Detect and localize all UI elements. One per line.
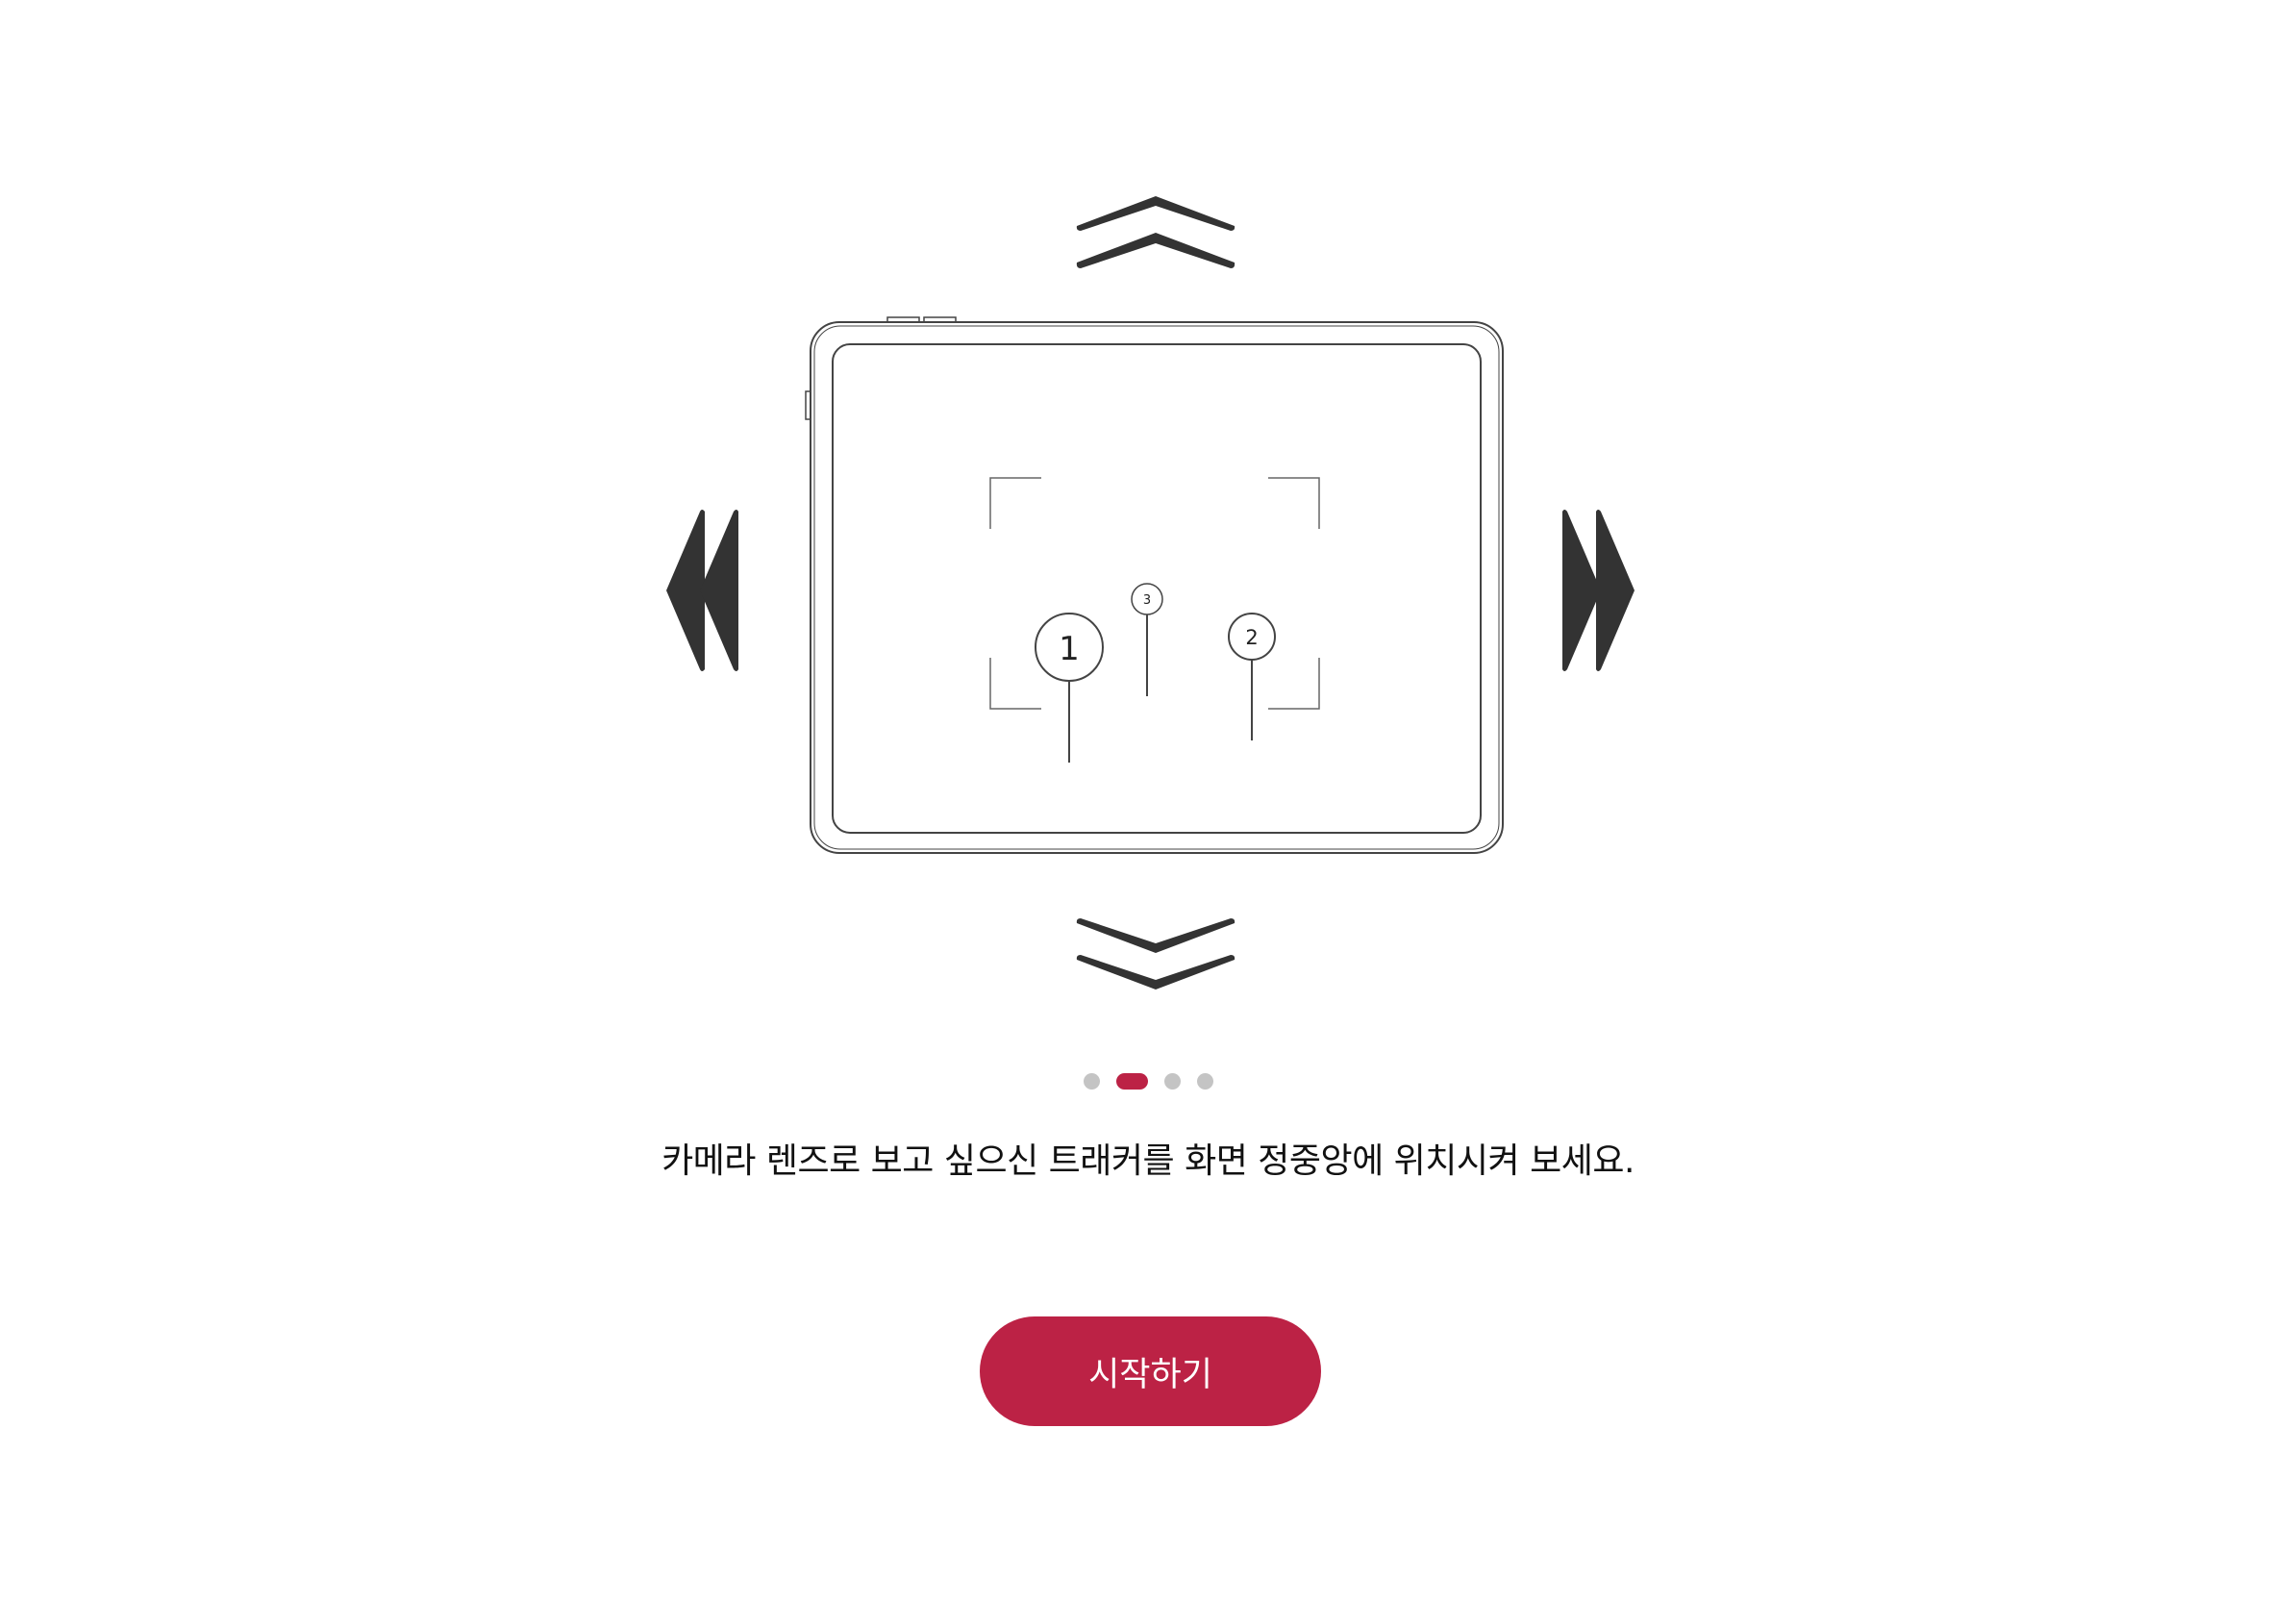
- map-pin-icon: 2: [1228, 613, 1276, 740]
- double-chevron-left-icon: [666, 510, 738, 671]
- map-pin-icon: 3: [1131, 583, 1163, 696]
- start-button[interactable]: 시작하기: [980, 1316, 1321, 1426]
- double-chevron-right-icon: [1562, 510, 1635, 671]
- page-dot: [1196, 1073, 1213, 1090]
- map-pin-icon: 1: [1035, 613, 1104, 763]
- page-dot-active: [1115, 1073, 1148, 1090]
- double-chevron-down-icon: [1076, 918, 1235, 990]
- marker-1-label: 1: [1059, 630, 1080, 668]
- page-dot: [1163, 1073, 1181, 1090]
- marker-2-label: 2: [1245, 626, 1258, 649]
- marker-3-label: 3: [1143, 593, 1151, 608]
- page-indicator: [0, 1073, 2296, 1090]
- instruction-text: 카메라 렌즈로 보고 싶으신 트래커를 화면 정중앙에 위치시켜 보세요.: [661, 1141, 1635, 1181]
- double-chevron-up-icon: [1076, 196, 1235, 268]
- page-dot: [1083, 1073, 1100, 1090]
